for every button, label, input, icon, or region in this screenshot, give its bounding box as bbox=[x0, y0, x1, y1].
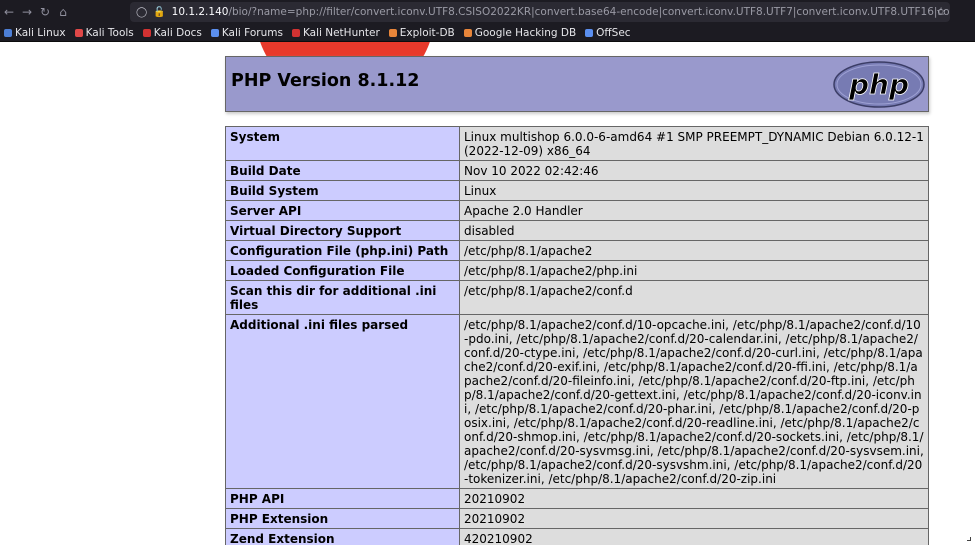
back-arrow-icon[interactable]: ← bbox=[0, 0, 18, 24]
row-value: Linux bbox=[459, 180, 929, 201]
bookmark-favicon-icon bbox=[4, 28, 12, 37]
url-text[interactable]: 10.1.2.140/bio/?name=php://filter/conver… bbox=[172, 6, 950, 18]
bookmark-label: Google Hacking DB bbox=[474, 26, 577, 39]
row-key: Configuration File (php.ini) Path bbox=[225, 240, 460, 261]
home-icon[interactable]: ⌂ bbox=[54, 0, 72, 24]
php-logo[interactable]: php bbox=[833, 61, 925, 108]
bookmark-favicon-icon bbox=[585, 28, 594, 37]
php-logo-text: php bbox=[848, 68, 909, 101]
reload-icon[interactable]: ↻ bbox=[36, 0, 54, 24]
row-value: 20210902 bbox=[459, 488, 929, 509]
bookmark-star-icon[interactable]: ☆ bbox=[936, 5, 946, 18]
bookmark-label: OffSec bbox=[596, 26, 631, 39]
table-row: System Linux multishop 6.0.0-6-amd64 #1 S… bbox=[225, 126, 929, 161]
row-key: System bbox=[225, 126, 460, 161]
bookmark-label: Kali Linux bbox=[15, 26, 66, 39]
row-key: Loaded Configuration File bbox=[225, 260, 460, 281]
bookmark-label: Kali Docs bbox=[153, 26, 202, 39]
row-value: 420210902 bbox=[459, 528, 929, 545]
row-value: 20210902 bbox=[459, 508, 929, 529]
row-key: PHP API bbox=[225, 488, 460, 509]
table-row: Virtual Directory Support disabled bbox=[225, 220, 929, 241]
row-value: /etc/php/8.1/apache2/conf.d bbox=[459, 280, 929, 315]
bookmarks-toolbar: Kali Linux Kali Tools Kali Docs Kali Forums… bbox=[0, 24, 975, 42]
row-value: /etc/php/8.1/apache2 bbox=[459, 240, 929, 261]
resize-grip-icon bbox=[967, 537, 971, 541]
row-key: Zend Extension bbox=[225, 528, 460, 545]
table-row: Scan this dir for additional .ini files /… bbox=[225, 280, 929, 315]
row-key: Scan this dir for additional .ini files bbox=[225, 280, 460, 315]
bookmark-favicon-icon bbox=[142, 28, 151, 37]
table-row: PHP Extension 20210902 bbox=[225, 508, 929, 529]
bookmark-label: Kali Tools bbox=[85, 26, 134, 39]
row-key: Build Date bbox=[225, 160, 460, 181]
bookmark-label: Kali Forums bbox=[221, 26, 283, 39]
table-row: Server API Apache 2.0 Handler bbox=[225, 200, 929, 221]
bookmark-favicon-icon bbox=[74, 28, 83, 37]
row-key: Server API bbox=[225, 200, 460, 221]
browser-toolbar: ← → ↻ ⌂ ◯ 🔓 10.1.2.140/bio/?name=php://f… bbox=[0, 0, 975, 24]
table-row: Configuration File (php.ini) Path/etc/ph… bbox=[225, 240, 929, 261]
bookmark-item[interactable]: OffSec bbox=[585, 26, 631, 39]
page-content: PHP Version 8.1.12 php System Linux multi… bbox=[0, 42, 975, 545]
bookmark-label: Exploit-DB bbox=[399, 26, 455, 39]
row-value: /etc/php/8.1/apache2/conf.d/10-opcache.i… bbox=[459, 314, 929, 489]
bookmark-favicon-icon bbox=[210, 28, 219, 37]
table-row: Additional .ini files parsed/etc/php/8.1… bbox=[225, 314, 929, 489]
url-bar[interactable]: ◯ 🔓 10.1.2.140/bio/?name=php://filter/co… bbox=[130, 2, 950, 22]
bookmark-item[interactable]: Google Hacking DB bbox=[463, 26, 577, 39]
page-title: PHP Version 8.1.12 bbox=[231, 71, 420, 91]
phpinfo-table: System Linux multishop 6.0.0-6-amd64 #1 S… bbox=[225, 126, 929, 545]
row-key: PHP Extension bbox=[225, 508, 460, 529]
row-key: Build System bbox=[225, 180, 460, 201]
bookmark-favicon-icon bbox=[388, 28, 397, 37]
url-host: 10.1.2.140 bbox=[171, 6, 229, 18]
table-row: Build System Linux bbox=[225, 180, 929, 201]
scrollbar[interactable] bbox=[965, 42, 975, 545]
bookmark-label: Kali NetHunter bbox=[302, 26, 380, 39]
row-value: Linux multishop 6.0.0-6-amd64 #1 SMP PRE… bbox=[459, 126, 929, 161]
bookmark-item[interactable]: Exploit-DB bbox=[388, 26, 455, 39]
url-path: /bio/?name=php://filter/convert.iconv.UT… bbox=[228, 6, 950, 18]
row-value: disabled bbox=[459, 220, 929, 241]
table-row: Build Date Nov 10 2022 02:42:46 bbox=[225, 160, 929, 181]
bookmark-item[interactable]: Kali Linux bbox=[4, 27, 66, 39]
bookmark-item[interactable]: Kali Tools bbox=[74, 26, 134, 39]
bookmark-item[interactable]: Kali Docs bbox=[142, 26, 202, 39]
row-value: /etc/php/8.1/apache2/php.ini bbox=[459, 260, 929, 281]
row-key: Virtual Directory Support bbox=[225, 220, 460, 241]
bookmark-item[interactable]: Kali NetHunter bbox=[291, 26, 380, 39]
shield-icon[interactable]: ◯ bbox=[136, 7, 147, 18]
bookmark-item[interactable]: Kali Forums bbox=[210, 26, 283, 39]
bookmark-favicon-icon bbox=[291, 28, 300, 37]
forward-arrow-icon[interactable]: → bbox=[18, 0, 36, 24]
row-value: Apache 2.0 Handler bbox=[459, 200, 929, 221]
table-row: Loaded Configuration File/etc/php/8.1/ap… bbox=[225, 260, 929, 281]
phpinfo-header: PHP Version 8.1.12 php bbox=[225, 56, 929, 112]
row-key: Additional .ini files parsed bbox=[225, 314, 460, 489]
table-row: Zend Extension 420210902 bbox=[225, 528, 929, 545]
bookmark-favicon-icon bbox=[463, 28, 472, 37]
row-value: Nov 10 2022 02:42:46 bbox=[459, 160, 929, 181]
table-row: PHP API 20210902 bbox=[225, 488, 929, 509]
lock-icon[interactable]: 🔓 bbox=[153, 7, 165, 18]
